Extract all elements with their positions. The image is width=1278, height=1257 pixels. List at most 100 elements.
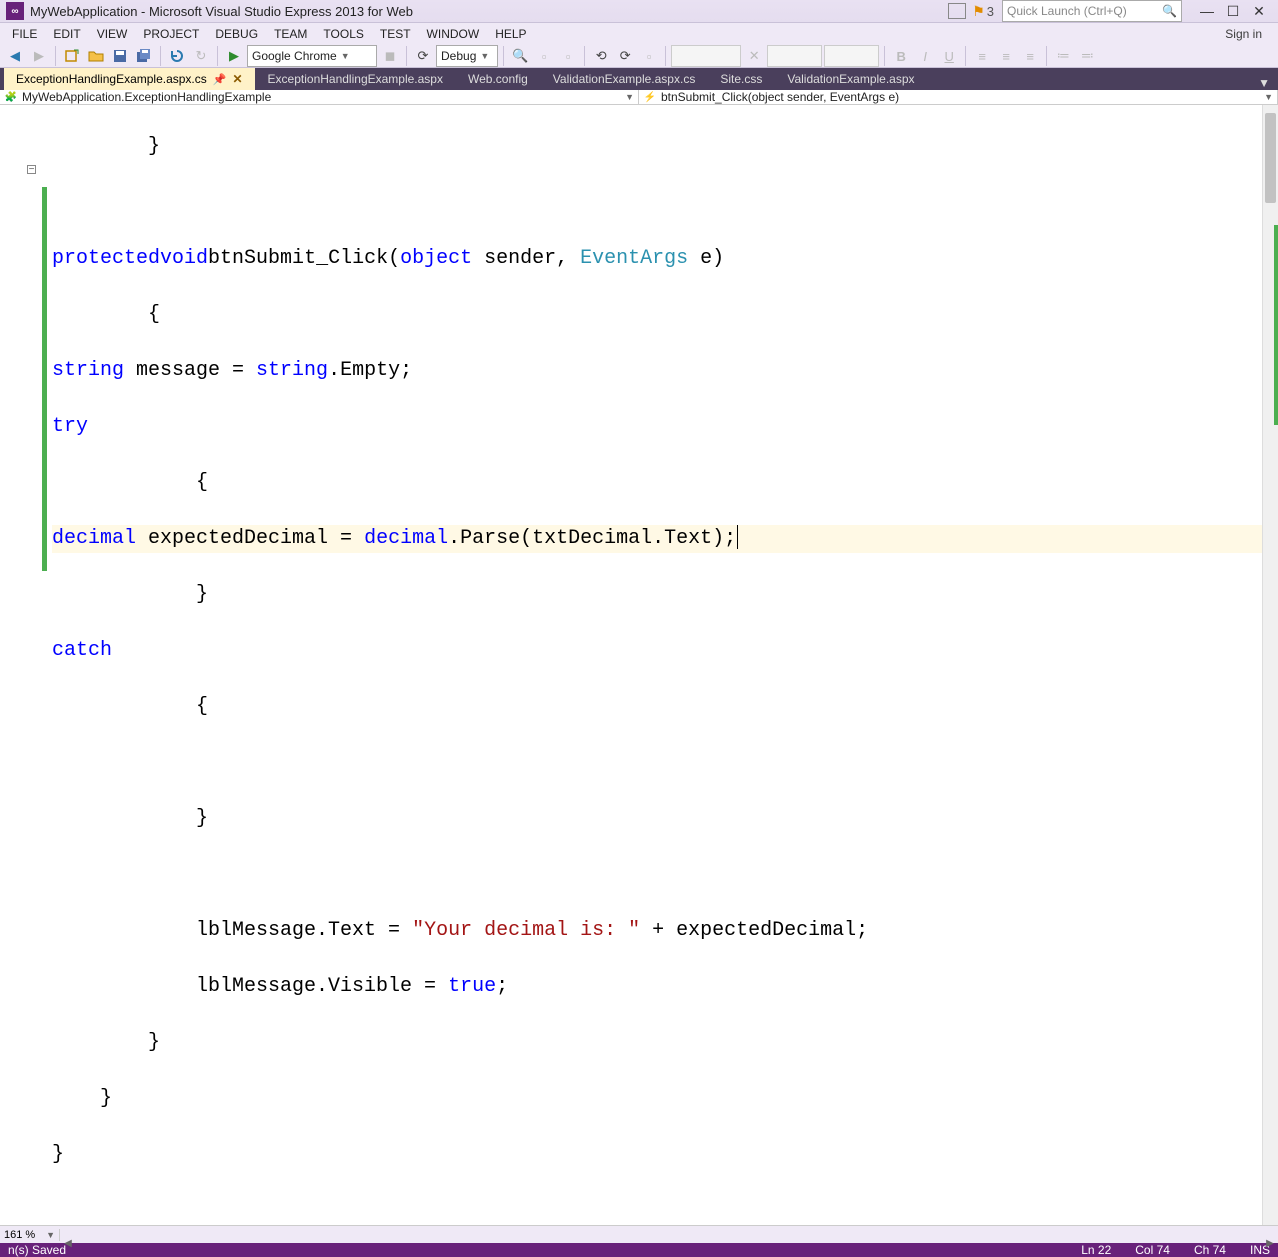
document-tabs: ExceptionHandlingExample.aspx.cs 📌 ✕ Exc… (0, 68, 1278, 90)
browser-combo-value: Google Chrome (252, 49, 337, 63)
zoom-value: 161 % (4, 1229, 35, 1241)
zoom-combo[interactable]: 161 % ▼ (0, 1229, 60, 1241)
nav-bar: 🧩 MyWebApplication.ExceptionHandlingExam… (0, 90, 1278, 105)
misc-button: ▫ (638, 45, 660, 67)
list-button-2: ≕ (1076, 45, 1098, 67)
step-button-2: ▫ (557, 45, 579, 67)
class-icon: 🧩 (4, 90, 18, 104)
feedback-icon[interactable] (948, 3, 966, 19)
config-combo[interactable]: Debug ▼ (436, 45, 498, 67)
search-icon: 🔍 (1162, 4, 1177, 18)
quick-launch-placeholder: Quick Launch (Ctrl+Q) (1007, 4, 1127, 18)
browser-combo[interactable]: Google Chrome ▼ (247, 45, 377, 67)
find-button[interactable]: 🔍 (509, 45, 531, 67)
status-col: Col 74 (1135, 1243, 1170, 1257)
nav-back-button[interactable]: ◀ (4, 45, 26, 67)
vertical-scrollbar[interactable] (1262, 105, 1278, 1225)
flag-icon: ⚑ (972, 3, 985, 20)
member-combo-value: btnSubmit_Click(object sender, EventArgs… (661, 90, 899, 104)
chevron-down-icon: ▼ (1264, 92, 1273, 102)
align-center-button: ≡ (995, 45, 1017, 67)
tabs-dropdown-button[interactable]: ▼ (1250, 76, 1278, 90)
outline-collapse-toggle[interactable]: − (27, 165, 36, 174)
tab-label: ValidationExample.aspx (787, 72, 914, 86)
code-editor[interactable]: } protected void btnSubmit_Click(object … (52, 105, 1262, 1225)
undo-button[interactable] (166, 45, 188, 67)
title-bar: ∞ MyWebApplication - Microsoft Visual St… (0, 0, 1278, 23)
method-icon: ⚡ (643, 90, 657, 104)
chevron-down-icon: ▼ (625, 92, 634, 102)
scroll-left-arrow[interactable]: ◀ (60, 1235, 76, 1253)
new-project-button[interactable] (61, 45, 83, 67)
pin-icon[interactable]: 📌 (213, 73, 227, 86)
browser-link-refresh[interactable]: ⟳ (614, 45, 636, 67)
tab-label: ExceptionHandlingExample.aspx (268, 72, 443, 86)
member-combo[interactable]: ⚡ btnSubmit_Click(object sender, EventAr… (639, 90, 1278, 104)
menu-bar: FILE EDIT VIEW PROJECT DEBUG TEAM TOOLS … (0, 23, 1278, 45)
tab-label: Site.css (720, 72, 762, 86)
class-combo-value: MyWebApplication.ExceptionHandlingExampl… (22, 90, 271, 104)
italic-button: I (914, 45, 936, 67)
menu-test[interactable]: TEST (372, 23, 419, 45)
step-button: ▫ (533, 45, 555, 67)
scroll-right-arrow[interactable]: ▶ (1262, 1235, 1278, 1253)
disabled-combo-3 (824, 45, 879, 67)
quick-launch-input[interactable]: Quick Launch (Ctrl+Q) 🔍 (1002, 0, 1182, 22)
disabled-combo-1 (671, 45, 741, 67)
current-line: decimal expectedDecimal = decimal.Parse(… (52, 525, 1262, 553)
tab-validation-cs[interactable]: ValidationExample.aspx.cs (541, 68, 708, 90)
tab-label: ExceptionHandlingExample.aspx.cs (16, 72, 207, 86)
open-file-button[interactable] (85, 45, 107, 67)
refresh-button[interactable]: ⟳ (412, 45, 434, 67)
text-cursor (737, 525, 738, 549)
menu-tools[interactable]: TOOLS (315, 23, 371, 45)
align-left-button: ≡ (971, 45, 993, 67)
menu-team[interactable]: TEAM (266, 23, 315, 45)
status-bar: n(s) Saved Ln 22 Col 74 Ch 74 INS (0, 1243, 1278, 1257)
notifications-button[interactable]: ⚑ 3 (972, 3, 994, 20)
status-line: Ln 22 (1081, 1243, 1111, 1257)
disabled-btn: ✕ (743, 45, 765, 67)
underline-button: U (938, 45, 960, 67)
menu-debug[interactable]: DEBUG (207, 23, 266, 45)
maximize-button[interactable]: ☐ (1220, 1, 1246, 21)
chevron-down-icon: ▼ (341, 51, 350, 61)
bottom-editor-bar: 161 % ▼ ◀ ▶ (0, 1225, 1278, 1243)
status-ch: Ch 74 (1194, 1243, 1226, 1257)
menu-window[interactable]: WINDOW (419, 23, 488, 45)
scrollbar-thumb[interactable] (1265, 113, 1276, 203)
editor-gutter: − (0, 105, 52, 1225)
menu-help[interactable]: HELP (487, 23, 534, 45)
change-indicator (42, 187, 47, 571)
close-icon[interactable]: ✕ (232, 72, 242, 86)
save-all-button[interactable] (133, 45, 155, 67)
tab-webconfig[interactable]: Web.config (456, 68, 540, 90)
menu-file[interactable]: FILE (4, 23, 45, 45)
list-button: ≔ (1052, 45, 1074, 67)
menu-edit[interactable]: EDIT (45, 23, 88, 45)
class-combo[interactable]: 🧩 MyWebApplication.ExceptionHandlingExam… (0, 90, 639, 104)
scroll-change-marker (1274, 225, 1278, 425)
toolbar: ◀ ▶ ↻ ▶ Google Chrome ▼ ◼ ⟳ Debug ▼ 🔍 ▫ … (0, 45, 1278, 68)
disabled-combo-2 (767, 45, 822, 67)
notification-count: 3 (987, 4, 994, 19)
sign-in-link[interactable]: Sign in (1225, 27, 1262, 41)
minimize-button[interactable]: — (1194, 1, 1220, 21)
close-button[interactable]: ✕ (1246, 1, 1272, 21)
tab-sitecss[interactable]: Site.css (708, 68, 774, 90)
editor-area: − } protected void btnSubmit_Click(objec… (0, 105, 1278, 1243)
start-debug-button[interactable]: ▶ (223, 45, 245, 67)
tab-exception-cs[interactable]: ExceptionHandlingExample.aspx.cs 📌 ✕ (4, 68, 255, 90)
menu-view[interactable]: VIEW (89, 23, 136, 45)
nav-forward-button[interactable]: ▶ (28, 45, 50, 67)
redo-button[interactable]: ↻ (190, 45, 212, 67)
config-combo-value: Debug (441, 49, 476, 63)
status-message: n(s) Saved (8, 1243, 66, 1257)
tab-label: Web.config (468, 72, 528, 86)
window-title: MyWebApplication - Microsoft Visual Stud… (30, 4, 413, 19)
tab-exception-aspx[interactable]: ExceptionHandlingExample.aspx (256, 68, 455, 90)
browser-link-button[interactable]: ⟲ (590, 45, 612, 67)
tab-validation-aspx[interactable]: ValidationExample.aspx (775, 68, 926, 90)
save-button[interactable] (109, 45, 131, 67)
menu-project[interactable]: PROJECT (135, 23, 207, 45)
